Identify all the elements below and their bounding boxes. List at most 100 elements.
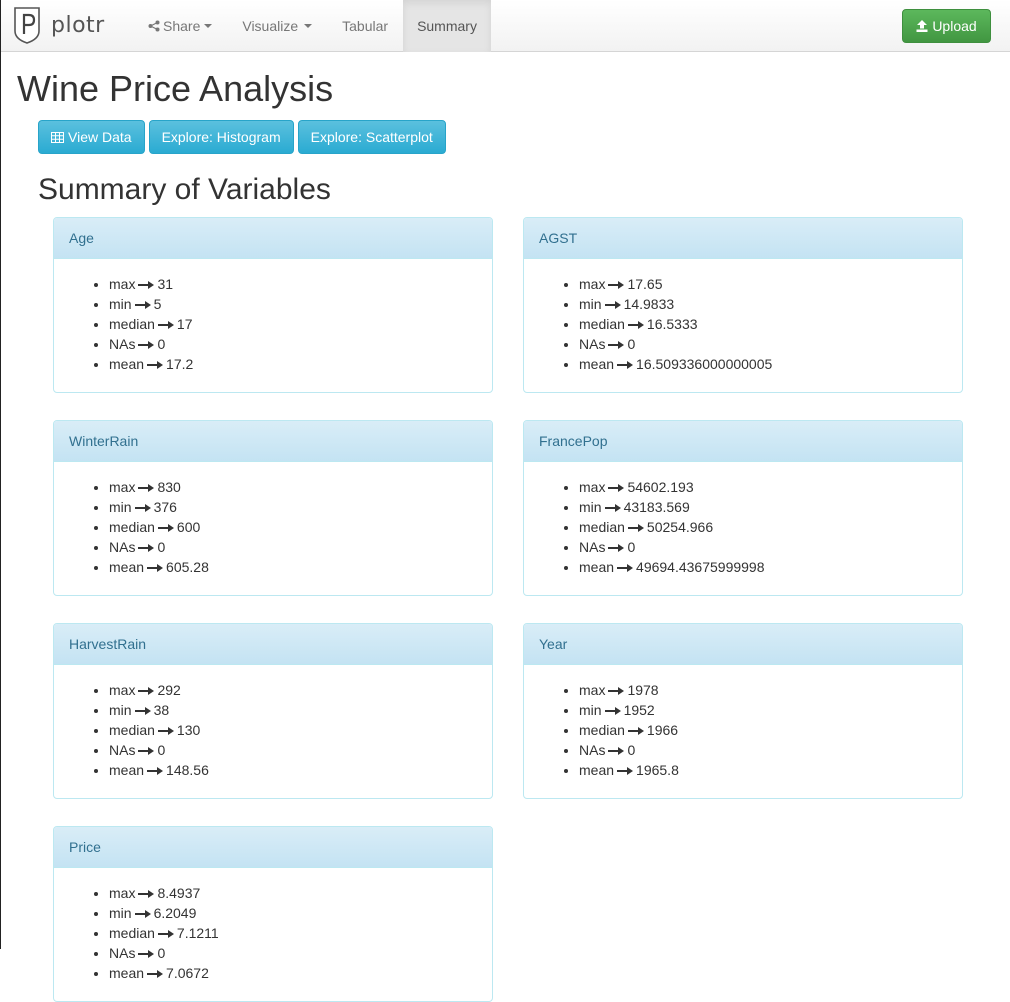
explore-histogram-button[interactable]: Explore: Histogram xyxy=(148,120,294,154)
variable-panel-year: Year max 1978 min 1952 median 1966 NAs 0 mea… xyxy=(523,623,963,799)
arrow-right-icon xyxy=(604,707,621,716)
brand[interactable]: plotr xyxy=(11,5,105,45)
arrow-right-icon xyxy=(134,301,151,310)
stat-key: max xyxy=(579,479,606,495)
upload-button[interactable]: Upload xyxy=(902,9,991,43)
arrow-right-icon xyxy=(147,970,164,979)
nav-tabular[interactable]: Tabular xyxy=(328,0,403,52)
stat-list: max 292 min 38 median 130 NAs 0 mean 148.56 xyxy=(69,680,477,780)
explore-histogram-label: Explore: Histogram xyxy=(161,129,281,145)
stat-key: max xyxy=(109,276,136,292)
panel-heading: AGST xyxy=(524,218,962,259)
stat-item: median 130 xyxy=(109,720,477,740)
nav-summary-label: Summary xyxy=(417,18,477,34)
stat-value: 17.65 xyxy=(627,276,663,292)
stat-value: 54602.193 xyxy=(627,479,694,495)
stat-key: mean xyxy=(579,559,615,575)
panel-body: max 8.4937 min 6.2049 median 7.1211 NAs 0 me… xyxy=(54,868,492,1001)
stat-value: 0 xyxy=(157,336,166,352)
stat-item: NAs 0 xyxy=(579,740,947,760)
stat-value: 0 xyxy=(627,742,636,758)
upload-icon xyxy=(916,20,928,32)
stat-item: min 38 xyxy=(109,700,477,720)
stat-key: max xyxy=(109,479,136,495)
stat-key: NAs xyxy=(579,742,606,758)
arrow-right-icon xyxy=(138,950,155,959)
stat-value: 50254.966 xyxy=(646,519,714,535)
panel-body: max 31 min 5 median 17 NAs 0 mean 17.2 xyxy=(54,259,492,392)
stat-value: 376 xyxy=(153,499,177,515)
stat-value: 8.4937 xyxy=(157,885,201,901)
stat-key: median xyxy=(579,722,625,738)
panel-body: max 830 min 376 median 600 NAs 0 mean 605.28 xyxy=(54,462,492,595)
stat-item: NAs 0 xyxy=(109,740,477,760)
stat-value: 148.56 xyxy=(166,762,209,778)
stat-value: 0 xyxy=(627,539,636,555)
stat-key: median xyxy=(109,925,155,941)
variable-panel-price: Price max 8.4937 min 6.2049 median 7.1211 N… xyxy=(53,826,493,1002)
stat-key: min xyxy=(109,905,132,921)
arrow-right-icon xyxy=(627,524,644,533)
section-title: Summary of Variables xyxy=(38,173,331,206)
stat-value: 31 xyxy=(157,276,174,292)
stat-item: median 17 xyxy=(109,314,477,334)
action-bar: View Data Explore: Histogram Explore: Sc… xyxy=(38,120,446,154)
stat-item: NAs 0 xyxy=(109,537,477,557)
stat-key: NAs xyxy=(109,742,136,758)
stat-value: 14.9833 xyxy=(623,296,675,312)
stat-value: 17.2 xyxy=(166,356,194,372)
nav-tabular-label: Tabular xyxy=(342,18,389,34)
nav-share[interactable]: Share xyxy=(134,0,226,52)
stat-value: 5 xyxy=(153,296,162,312)
nav-visualize[interactable]: Visualize xyxy=(226,0,328,52)
variable-panel-francepop: FrancePop max 54602.193 min 43183.569 medi… xyxy=(523,420,963,596)
stat-key: mean xyxy=(579,762,615,778)
stat-item: mean 148.56 xyxy=(109,760,477,780)
stat-item: max 1978 xyxy=(579,680,947,700)
arrow-right-icon xyxy=(138,281,155,290)
stat-item: max 31 xyxy=(109,274,477,294)
stat-value: 0 xyxy=(627,336,636,352)
stat-value: 1978 xyxy=(627,682,659,698)
stat-key: min xyxy=(579,499,602,515)
stat-value: 6.2049 xyxy=(153,905,197,921)
stat-value: 0 xyxy=(157,539,166,555)
explore-scatterplot-label: Explore: Scatterplot xyxy=(310,129,433,145)
stat-value: 600 xyxy=(176,519,201,535)
stat-key: NAs xyxy=(579,539,606,555)
stat-key: max xyxy=(109,885,136,901)
arrow-right-icon xyxy=(134,707,151,716)
nav-summary[interactable]: Summary xyxy=(403,0,491,52)
stat-key: mean xyxy=(109,762,145,778)
panel-heading: HarvestRain xyxy=(54,624,492,665)
arrow-right-icon xyxy=(157,930,174,939)
chevron-down-icon xyxy=(204,24,213,28)
arrow-right-icon xyxy=(608,341,625,350)
stat-value: 16.5333 xyxy=(646,316,698,332)
stat-list: max 31 min 5 median 17 NAs 0 mean 17.2 xyxy=(69,274,477,374)
stat-key: NAs xyxy=(109,539,136,555)
panel-body: max 17.65 min 14.9833 median 16.5333 NAs 0 m… xyxy=(524,259,962,392)
top-navbar: plotr Share Visualize Tabular Summary Up… xyxy=(1,0,1010,52)
stat-item: median 1966 xyxy=(579,720,947,740)
arrow-right-icon xyxy=(157,321,174,330)
stat-value: 292 xyxy=(157,682,181,698)
explore-scatterplot-button[interactable]: Explore: Scatterplot xyxy=(297,120,446,154)
stat-item: max 54602.193 xyxy=(579,477,947,497)
stat-value: 1952 xyxy=(623,702,655,718)
stat-value: 16.509336000000005 xyxy=(636,356,773,372)
stat-value: 43183.569 xyxy=(623,499,690,515)
stat-key: max xyxy=(579,276,606,292)
view-data-button[interactable]: View Data xyxy=(38,120,145,154)
plotr-logo-icon xyxy=(14,7,40,44)
stat-key: max xyxy=(109,682,136,698)
stat-list: max 1978 min 1952 median 1966 NAs 0 mean 1965… xyxy=(539,680,947,780)
stat-list: max 54602.193 min 43183.569 median 50254.96… xyxy=(539,477,947,577)
main-nav: Share Visualize Tabular Summary xyxy=(134,0,491,52)
stat-key: mean xyxy=(109,965,145,981)
stat-key: min xyxy=(109,702,132,718)
stat-key: NAs xyxy=(579,336,606,352)
table-icon xyxy=(51,131,64,143)
stat-item: median 16.5333 xyxy=(579,314,947,334)
stat-item: min 14.9833 xyxy=(579,294,947,314)
